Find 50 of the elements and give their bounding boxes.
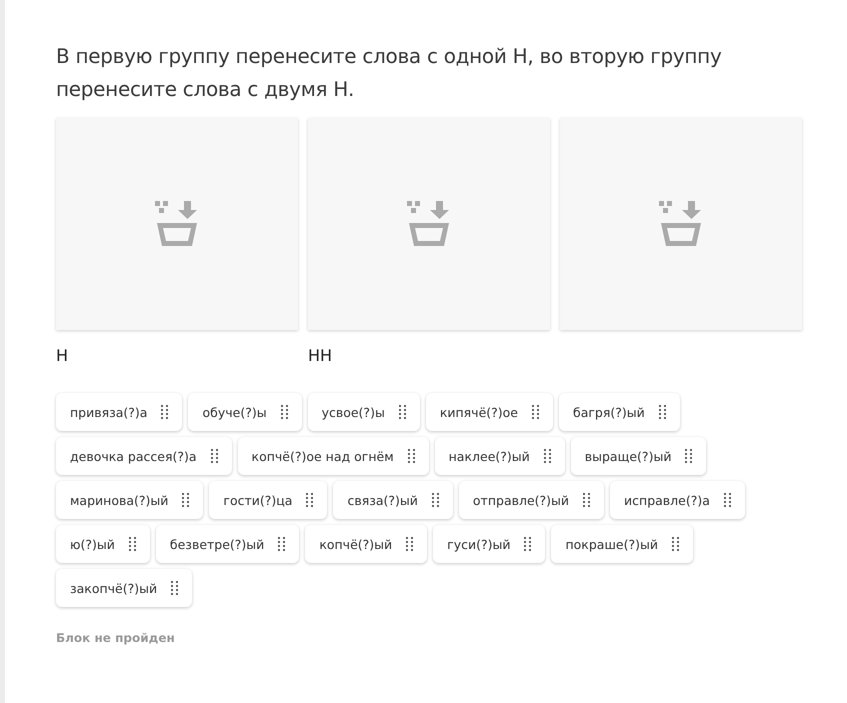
word-chip[interactable]: наклее(?)ый (434, 437, 565, 475)
word-chip[interactable]: привяза(?)а (56, 393, 182, 431)
drop-zone[interactable] (56, 118, 298, 330)
drag-handle-icon (128, 537, 136, 551)
drop-basket-icon (659, 201, 703, 247)
drag-handle-icon (406, 537, 414, 551)
drag-handle-icon (544, 449, 551, 463)
status-text: Блок не пройден (56, 631, 176, 645)
word-chip[interactable]: гуси(?)ый (433, 525, 546, 563)
word-chip[interactable]: копчё(?)ый (305, 525, 428, 563)
word-chip[interactable]: девочка рассея(?)а (56, 437, 232, 475)
drag-handle-icon (672, 537, 679, 551)
word-chip[interactable]: обуче(?)ы (188, 393, 302, 431)
word-chip[interactable]: кипячё(?)ое (426, 393, 553, 431)
drag-handle-icon (532, 405, 539, 419)
word-chip[interactable]: гости(?)ца (209, 481, 328, 519)
drag-handle-icon (658, 405, 666, 419)
drag-handle-icon (210, 449, 218, 463)
word-chip[interactable]: исправле(?)а (610, 481, 745, 519)
drag-handle-icon (306, 493, 314, 507)
drop-basket-icon (407, 201, 451, 247)
drop-zone[interactable] (560, 118, 802, 330)
drag-handle-icon (685, 449, 692, 463)
word-chip[interactable]: покраше(?)ый (551, 525, 693, 563)
word-chip[interactable]: ю(?)ый (56, 525, 150, 563)
word-chip[interactable]: выраще(?)ый (570, 437, 706, 475)
drag-handle-icon (161, 405, 168, 419)
word-chip[interactable]: отправле(?)ый (458, 481, 604, 519)
word-chip[interactable]: связа(?)ый (333, 481, 453, 519)
group-label: НН (308, 346, 334, 365)
drag-handle-icon (182, 493, 190, 507)
drag-handle-icon (432, 493, 439, 507)
drag-handle-icon (724, 493, 731, 507)
drag-handle-icon (278, 537, 286, 551)
word-chip[interactable]: закопчё(?)ый (56, 569, 192, 607)
drag-handle-icon (524, 537, 532, 551)
word-chip[interactable]: усвое(?)ы (308, 393, 420, 431)
drag-handle-icon (583, 493, 590, 507)
word-chip[interactable]: маринова(?)ый (56, 481, 204, 519)
word-chip[interactable]: копчё(?)ое над огнём (238, 437, 429, 475)
group-label: Н (56, 346, 70, 365)
word-chip[interactable]: безветре(?)ый (156, 525, 300, 563)
drag-handle-icon (280, 405, 288, 419)
task-instruction: В первую группу перенесите слова с одной Н, во вторую группу перенесите слова с двумя Н. (56, 43, 722, 103)
drag-handle-icon (398, 405, 406, 419)
word-chip[interactable]: багря(?)ый (558, 393, 680, 431)
drop-basket-icon (155, 201, 199, 247)
drag-handle-icon (171, 581, 178, 595)
drop-zone[interactable] (308, 118, 550, 330)
drag-handle-icon (408, 449, 415, 463)
